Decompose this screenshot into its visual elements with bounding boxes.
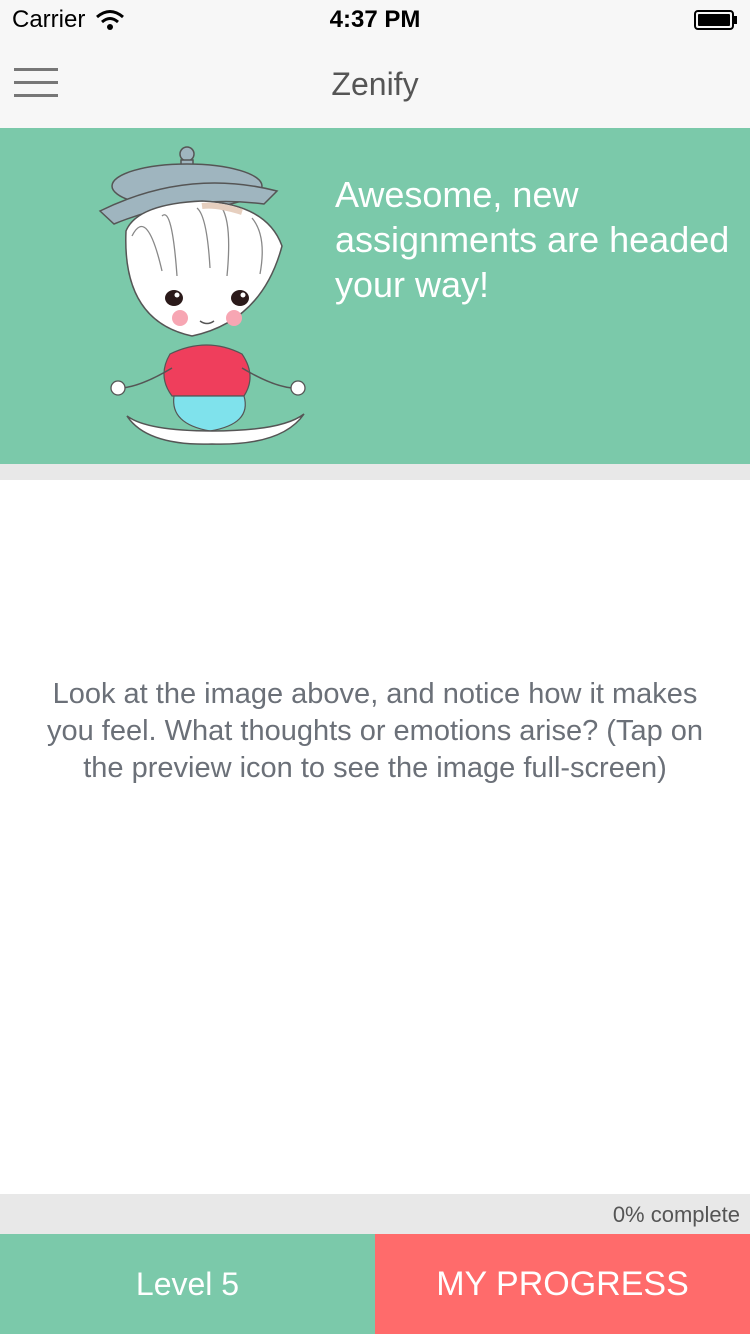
- my-progress-button[interactable]: MY PROGRESS: [375, 1234, 750, 1334]
- progress-bar: 0% complete: [0, 1194, 750, 1234]
- progress-label: 0% complete: [612, 1202, 740, 1227]
- bottom-bar: Level 5 MY PROGRESS: [0, 1234, 750, 1334]
- status-bar: Carrier 4:37 PM: [0, 0, 750, 40]
- status-time: 4:37 PM: [329, 6, 421, 33]
- meditating-girl-illustration: [98, 146, 306, 445]
- hero-message: Awesome, new assignments are headed your…: [335, 174, 730, 305]
- level-button[interactable]: Level 5: [0, 1234, 375, 1334]
- navigation-bar: Zenify: [0, 40, 750, 129]
- battery-icon: [694, 10, 737, 30]
- page-title: Zenify: [331, 66, 419, 102]
- section-divider: [0, 464, 750, 480]
- hero-banner: Awesome, new assignments are headed your…: [0, 128, 750, 464]
- assignment-prompt: Look at the image above, and notice how …: [46, 678, 704, 784]
